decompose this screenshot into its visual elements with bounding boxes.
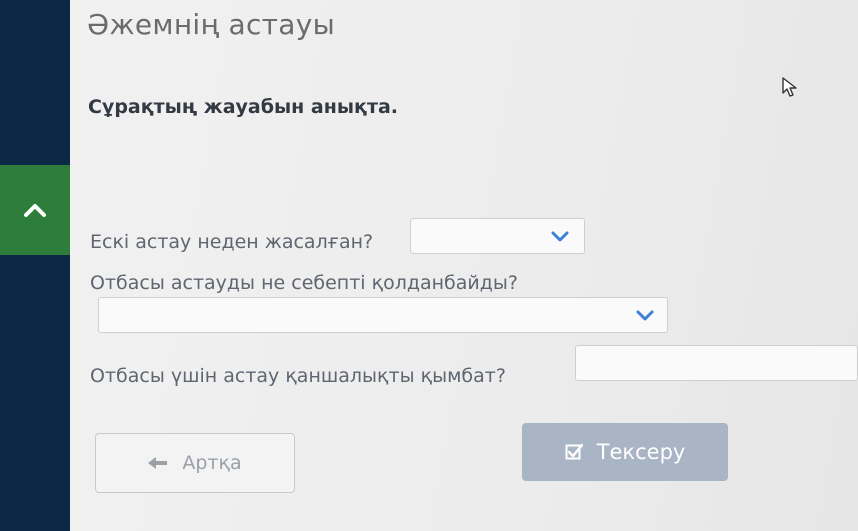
mouse-cursor-icon <box>782 77 797 97</box>
question-2-label: Отбасы астауды не себепті қолданбайды? <box>90 272 518 294</box>
chevron-up-icon <box>24 204 46 217</box>
back-button[interactable]: Артқа <box>95 433 295 493</box>
arrow-left-icon <box>148 457 168 469</box>
activity-page: Әжемнің астауы Сұрақтың жауабын анықта. … <box>70 0 858 531</box>
instruction-text: Сұрақтың жауабын анықта. <box>88 96 399 118</box>
question-1-label: Ескі астау неден жасалған? <box>90 231 374 253</box>
check-button[interactable]: Тексеру <box>522 423 728 481</box>
chevron-down-icon <box>636 310 654 321</box>
question-1-dropdown[interactable] <box>410 218 585 254</box>
page-title: Әжемнің астауы <box>87 8 335 41</box>
collapse-panel-button[interactable] <box>0 165 70 255</box>
question-3-label: Отбасы үшін астау қаншалықты қымбат? <box>90 365 506 387</box>
back-button-label: Артқа <box>182 452 242 474</box>
question-3-dropdown[interactable] <box>575 345 858 381</box>
chevron-down-icon <box>551 231 569 242</box>
check-button-label: Тексеру <box>596 440 686 464</box>
question-2-dropdown[interactable] <box>98 297 668 333</box>
checkbox-checked-icon <box>565 443 583 460</box>
left-sidebar <box>0 0 70 531</box>
